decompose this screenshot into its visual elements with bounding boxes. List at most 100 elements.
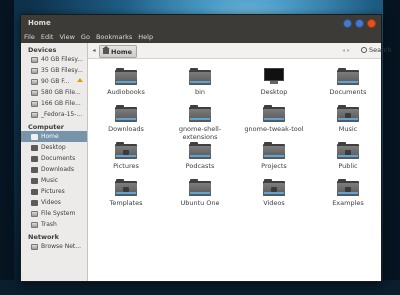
- file-label: bin: [194, 88, 206, 96]
- videos-folder-icon: [263, 179, 285, 196]
- file-item[interactable]: Documents: [311, 68, 385, 96]
- menu-bookmarks[interactable]: Bookmarks: [96, 32, 132, 43]
- file-item[interactable]: Ubuntu One: [163, 179, 237, 207]
- icon-part: [190, 192, 210, 194]
- icon-part: [189, 72, 211, 85]
- pictures-folder-icon: [115, 142, 137, 159]
- file-item[interactable]: Videos: [237, 179, 311, 207]
- folder-icon: [31, 155, 38, 162]
- sidebar-item-browse-net[interactable]: Browse Net...: [21, 241, 87, 252]
- sidebar-item-166-gb-file[interactable]: 166 GB File...: [21, 98, 87, 109]
- close-button[interactable]: [367, 19, 376, 28]
- toggle-pathbar-button[interactable]: ◂: [90, 46, 98, 55]
- icon-part: [338, 118, 358, 120]
- sidebar-item-videos[interactable]: Videos: [21, 197, 87, 208]
- folder-icon: [115, 68, 137, 85]
- sidebar-item-label: Music: [41, 177, 59, 184]
- minimize-button[interactable]: [343, 19, 352, 28]
- icon-part: [345, 113, 351, 118]
- templates-folder-icon: [115, 179, 137, 196]
- file-item[interactable]: Templates: [89, 179, 163, 207]
- icon-part: [116, 192, 136, 194]
- sidebar-item-label: Downloads: [41, 166, 74, 173]
- window-titlebar[interactable]: Home: [21, 15, 381, 32]
- search-button[interactable]: Search: [361, 46, 391, 54]
- file-item[interactable]: Downloads: [89, 105, 163, 133]
- icon-part: [190, 81, 210, 83]
- desktop-icon: [264, 68, 284, 85]
- maximize-button[interactable]: [355, 19, 364, 28]
- file-item[interactable]: Podcasts: [163, 142, 237, 170]
- icon-part: [190, 155, 210, 157]
- sidebar-item-pictures[interactable]: Pictures: [21, 186, 87, 197]
- sidebar-item-label: Documents: [41, 155, 76, 162]
- icon-part: [338, 155, 358, 157]
- sidebar-item-home[interactable]: Home: [21, 131, 87, 142]
- file-label: Projects: [261, 162, 287, 170]
- file-label: Templates: [109, 199, 143, 207]
- eject-icon[interactable]: [77, 78, 83, 82]
- nav-arrows: ◂ ▸: [342, 47, 350, 54]
- file-label: Podcasts: [185, 162, 215, 170]
- icon-part: [123, 187, 129, 192]
- sidebar-item-580-gb-file[interactable]: 580 GB File...: [21, 87, 87, 98]
- sidebar-item-35-gb-filesy[interactable]: 35 GB Filesy...: [21, 65, 87, 76]
- trash-icon: [31, 221, 38, 228]
- file-label: gnome-shell-extensions: [178, 125, 222, 141]
- music-folder-icon: [337, 105, 359, 122]
- icon-part: [116, 81, 136, 83]
- sidebar-header-computer: Computer: [28, 123, 65, 131]
- file-item[interactable]: Projects: [237, 142, 311, 170]
- file-item[interactable]: gnome-shell-extensions: [163, 105, 237, 141]
- menu-edit[interactable]: Edit: [41, 32, 54, 43]
- file-label: Audiobooks: [107, 88, 145, 96]
- sidebar-item-desktop[interactable]: Desktop: [21, 142, 87, 153]
- icon-part: [115, 109, 137, 122]
- file-item[interactable]: Desktop: [237, 68, 311, 96]
- menu-help[interactable]: Help: [138, 32, 153, 43]
- icon-part: [263, 146, 285, 159]
- file-item[interactable]: bin: [163, 68, 237, 96]
- sidebar-item-file-system[interactable]: File System: [21, 208, 87, 219]
- location-toolbar: ◂ Home ◂ ▸ Search: [88, 43, 391, 59]
- back-button[interactable]: ◂: [342, 47, 345, 54]
- tree-silhouette: [383, 0, 400, 295]
- sidebar-item-label: 40 GB Filesy...: [41, 56, 83, 63]
- sidebar-item-fedora-15[interactable]: _Fedora-15-...: [21, 109, 87, 120]
- menu-file[interactable]: File: [24, 32, 35, 43]
- file-item[interactable]: Public: [311, 142, 385, 170]
- icon-part: [190, 118, 210, 120]
- sidebar-item-music[interactable]: Music: [21, 175, 87, 186]
- sidebar-item-label: Pictures: [41, 188, 65, 195]
- sidebar-item-label: Videos: [41, 199, 61, 206]
- search-label: Search: [369, 46, 392, 54]
- icon-part: [189, 146, 211, 159]
- forward-button[interactable]: ▸: [347, 47, 350, 54]
- tree-silhouette: [0, 0, 14, 295]
- menu-go[interactable]: Go: [81, 32, 90, 43]
- sidebar-item-40-gb-filesy[interactable]: 40 GB Filesy...: [21, 54, 87, 65]
- sidebar-item-downloads[interactable]: Downloads: [21, 164, 87, 175]
- folder-icon: [263, 142, 285, 159]
- icon-part: [338, 81, 358, 83]
- menu-view[interactable]: View: [59, 32, 74, 43]
- file-item[interactable]: Examples: [311, 179, 385, 207]
- breadcrumb-home-button[interactable]: Home: [99, 45, 138, 58]
- sidebar-item-90-gb-f[interactable]: 90 GB F...: [21, 76, 87, 87]
- sidebar-item-trash[interactable]: Trash: [21, 219, 87, 230]
- home-icon: [31, 133, 38, 140]
- file-item[interactable]: gnome-tweak-tool: [237, 105, 311, 133]
- sidebar-item-documents[interactable]: Documents: [21, 153, 87, 164]
- file-label: Public: [338, 162, 358, 170]
- icon-part: [115, 72, 137, 85]
- file-icon-view[interactable]: Audiobooks bin Desktop Documents Downloads gn…: [88, 59, 381, 281]
- file-label: Documents: [329, 88, 367, 96]
- file-label: Ubuntu One: [180, 199, 220, 207]
- file-item[interactable]: Music: [311, 105, 385, 133]
- file-item[interactable]: Audiobooks: [89, 68, 163, 96]
- file-item[interactable]: Pictures: [89, 142, 163, 170]
- icon-part: [116, 118, 136, 120]
- icon-part: [263, 109, 285, 122]
- icon-part: [264, 68, 284, 81]
- folder-icon: [337, 68, 359, 85]
